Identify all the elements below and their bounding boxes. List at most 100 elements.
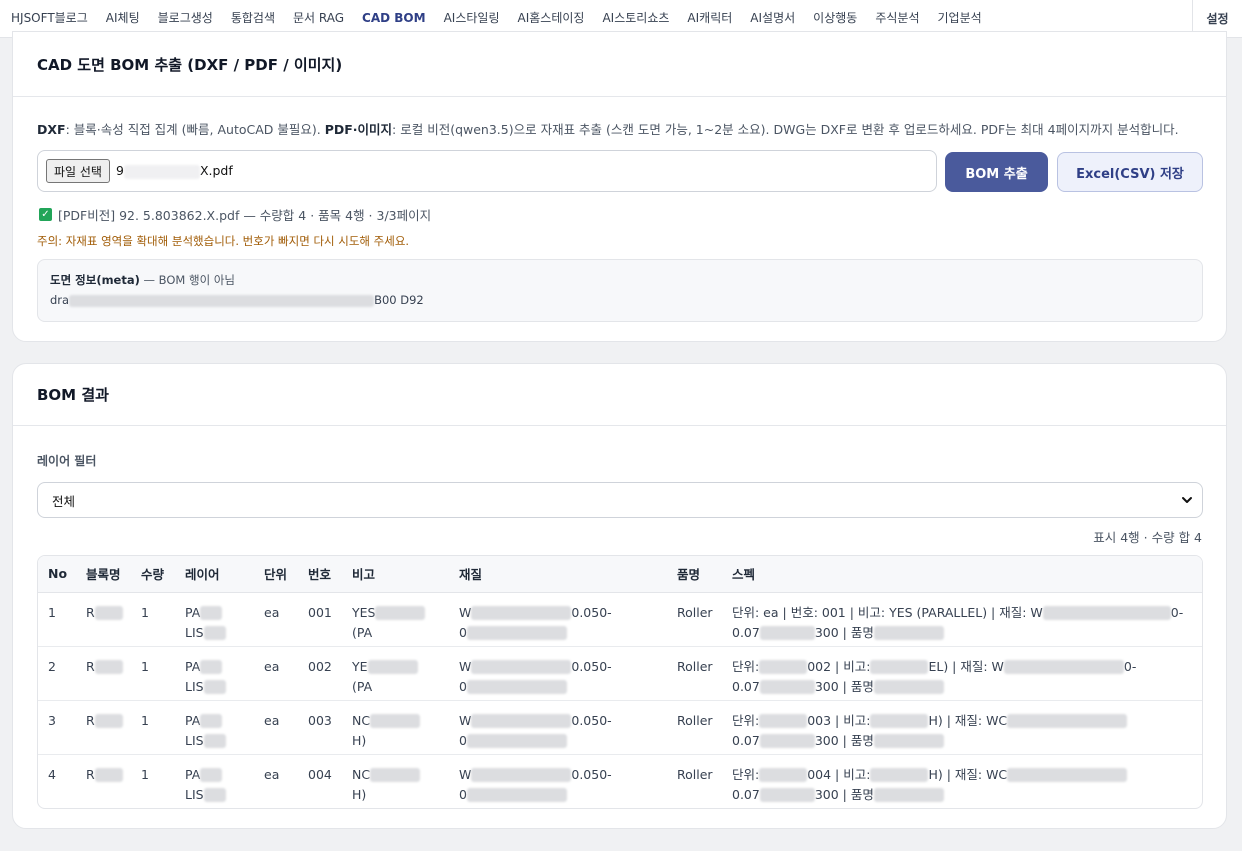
- block-text: R: [86, 604, 95, 620]
- cell-num: 004: [308, 766, 332, 782]
- cell-qty: 1: [141, 766, 149, 782]
- spec-text: 002 | 비고:: [807, 658, 871, 674]
- cell-block: R: [76, 754, 131, 808]
- redacted-block: [200, 768, 223, 782]
- layer-text: PA: [185, 658, 201, 674]
- layer-filter-value: 전체: [52, 493, 76, 509]
- material-text: W: [459, 766, 472, 782]
- column-header: No: [38, 556, 76, 593]
- desc-dxf-text: : 블록·속성 직접 집계 (빠름, AutoCAD 불필요).: [65, 122, 325, 137]
- redacted-block: [466, 680, 567, 694]
- bom-table: No 블록명 수량 레이어 단위 번호 비고 재질 품명 스펙 1 R 1 PA LIS ea 001 YES(…: [37, 555, 1203, 809]
- column-header: 수량: [131, 556, 175, 593]
- bom-result-card: BOM 결과 레이어 필터 전체 표시 4행 · 수량 합 4 No 블록명 수량 레…: [12, 363, 1227, 829]
- redacted-block: [200, 714, 223, 728]
- cell-note: YES (PA: [342, 592, 449, 647]
- table-row: 3 R 1 PA LIS ea 003 NC H) W 0.050- 0 Roller 단위: 003 | …: [38, 700, 1202, 755]
- redacted-block: [471, 714, 572, 728]
- meta-title: 도면 정보(meta) — BOM 행이 아님: [50, 272, 1190, 288]
- redacted-block: [203, 680, 226, 694]
- redacted-block: [1042, 606, 1171, 620]
- cell-unit: ea: [264, 766, 280, 782]
- table-body: 1 R 1 PA LIS ea 001 YES (PA W 0.050- 0 Roller 단위: ea …: [38, 592, 1202, 808]
- redacted-block: [203, 788, 226, 802]
- cell-no: 2: [38, 646, 76, 701]
- material-text: 0: [459, 678, 467, 694]
- note-text: NC: [352, 766, 371, 782]
- cell-note: NC H): [342, 700, 449, 755]
- redacted-block: [200, 606, 223, 620]
- cell-material: W 0.050- 0: [449, 700, 667, 755]
- redacted-block: [873, 788, 944, 802]
- redacted-block: [1003, 660, 1124, 674]
- meta-title-label: 도면 정보(meta): [50, 273, 140, 287]
- redacted-block: [94, 768, 123, 782]
- cell-material: W 0.050- 0: [449, 646, 667, 701]
- cell-unit: ea: [254, 646, 298, 701]
- cell-name: Roller: [677, 766, 713, 782]
- cell-unit: ea: [254, 700, 298, 755]
- layer-filter-select[interactable]: 전체: [37, 482, 1203, 518]
- check-icon: ✓: [39, 208, 52, 221]
- excel-save-button[interactable]: Excel(CSV) 저장: [1057, 152, 1203, 192]
- cell-num: 001: [298, 592, 342, 647]
- file-input[interactable]: 파일 선택 9 X.pdf: [37, 150, 937, 192]
- desc-pdf-text: : 로컬 비전(qwen3.5)으로 자재표 추출 (스캔 도면 가능, 1~2…: [392, 122, 1179, 137]
- meta-box: 도면 정보(meta) — BOM 행이 아님 dra B00 D92: [37, 259, 1203, 322]
- meta-line: dra B00 D92: [50, 293, 1190, 307]
- desc-pdf-label: PDF·이미지: [324, 122, 393, 137]
- cell-name: Roller: [667, 646, 722, 701]
- spec-text: 0.07: [732, 786, 760, 802]
- note-text: (PA: [352, 678, 373, 694]
- redacted-block: [466, 626, 567, 640]
- redacted-block: [873, 626, 944, 640]
- cell-block: R: [76, 646, 131, 701]
- layer-text: PA: [185, 604, 201, 620]
- cell-layer: PA LIS: [175, 754, 254, 808]
- spec-text: 0.07: [732, 678, 760, 694]
- column-header: 품명: [667, 556, 722, 593]
- file-select-button[interactable]: 파일 선택: [46, 159, 110, 183]
- note-text: (PA: [352, 624, 373, 640]
- cell-qty: 1: [131, 646, 175, 701]
- redacted-block: [94, 660, 123, 674]
- cell-qty: 1: [131, 592, 175, 647]
- column-header: 재질: [449, 556, 667, 593]
- meta-prefix: dra: [50, 293, 70, 307]
- file-name-prefix: 9: [115, 163, 124, 179]
- redacted-block: [367, 660, 418, 674]
- redacted-block: [203, 734, 226, 748]
- redacted-block: [870, 660, 929, 674]
- cell-spec: 단위: 003 | 비고: H) | 재질: WC 0.07 300 | 품명: [722, 700, 1202, 755]
- redacted-block: [759, 680, 815, 694]
- file-name: 9 X.pdf: [116, 163, 233, 179]
- redacted-block: [370, 768, 421, 782]
- result-title: BOM 결과: [13, 364, 1226, 426]
- column-header: 단위: [254, 556, 298, 593]
- layer-text: LIS: [185, 786, 204, 802]
- material-text: 0: [459, 732, 467, 748]
- material-text: 0: [459, 786, 467, 802]
- spec-text: 003 | 비고:: [807, 712, 871, 728]
- spec-text: EL) | 재질: W: [928, 658, 1004, 674]
- result-summary: 표시 4행 · 수량 합 4: [1093, 530, 1202, 545]
- bom-extract-button[interactable]: BOM 추출: [945, 152, 1048, 192]
- material-text: 0.050-: [571, 658, 612, 674]
- cell-no: 3: [38, 700, 76, 755]
- redacted-block: [375, 606, 426, 620]
- spec-text: 단위: ea | 번호: 001 | 비고: YES (PARALLEL) | …: [732, 604, 1043, 620]
- redacted-block: [94, 714, 123, 728]
- note-text: NC: [352, 712, 371, 728]
- redacted-block: [759, 768, 808, 782]
- spec-text: 0.07: [732, 732, 760, 748]
- material-text: 0.050-: [571, 766, 612, 782]
- block-text: R: [86, 766, 95, 782]
- redacted-block: [759, 714, 808, 728]
- column-header: 번호: [298, 556, 342, 593]
- layer-filter-label: 레이어 필터: [37, 454, 97, 468]
- layer-text: LIS: [185, 732, 204, 748]
- redacted-block: [759, 626, 815, 640]
- redacted-block: [466, 788, 567, 802]
- spec-text: H) | 재질: WC: [928, 712, 1008, 728]
- redacted-block: [94, 606, 123, 620]
